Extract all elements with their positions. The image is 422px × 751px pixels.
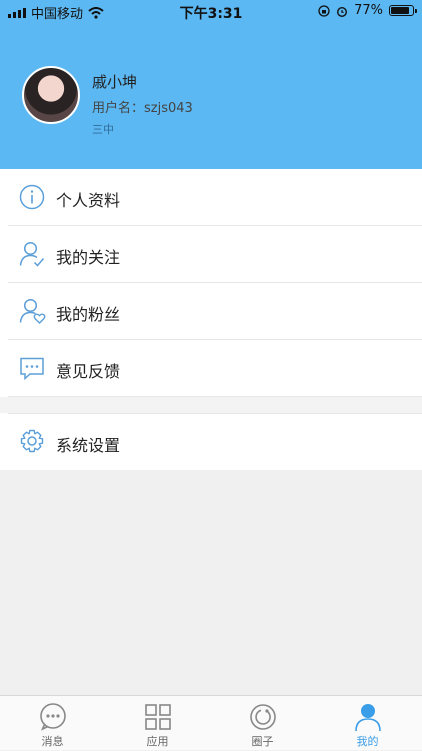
battery-percent: 77% bbox=[354, 3, 383, 18]
menu-item-label: 意见反馈 bbox=[56, 362, 121, 381]
menu-item-label: 我的关注 bbox=[56, 248, 121, 267]
tab-circle[interactable]: 圈子 bbox=[210, 696, 315, 751]
menu-item-label: 个人资料 bbox=[56, 191, 121, 210]
status-bar: 中国移动 下午3:31 77% bbox=[0, 0, 422, 24]
menu-item-label: 系统设置 bbox=[56, 436, 121, 455]
menu-item-following[interactable]: 我的关注 bbox=[0, 226, 422, 282]
info-icon bbox=[19, 184, 45, 210]
grid-icon bbox=[145, 704, 171, 730]
tab-messages[interactable]: 消息 bbox=[0, 696, 105, 751]
menu-item-label: 我的粉丝 bbox=[56, 305, 121, 324]
menu-item-fans[interactable]: 我的粉丝 bbox=[0, 283, 422, 339]
username: 用户名：szjs043 bbox=[92, 101, 193, 116]
tab-label: 应用 bbox=[146, 735, 169, 748]
orientation-lock-icon bbox=[318, 4, 330, 17]
menu-item-profile[interactable]: 个人资料 bbox=[0, 169, 422, 225]
tab-label: 我的 bbox=[356, 735, 379, 748]
profile-menu: 个人资料 我的关注 我的粉丝 意见反馈 系统设置 bbox=[0, 169, 422, 470]
circle-icon bbox=[250, 704, 276, 730]
section-gap bbox=[0, 397, 422, 413]
gear-icon bbox=[20, 429, 44, 453]
tab-label: 消息 bbox=[41, 735, 64, 748]
nickname: 戚小坤 bbox=[92, 73, 138, 91]
profile-header: 中国移动 下午3:31 77% 戚小坤 用户名：szjs043 三中 bbox=[0, 0, 422, 169]
avatar[interactable] bbox=[22, 66, 80, 124]
menu-item-feedback[interactable]: 意见反馈 bbox=[0, 340, 422, 396]
chat-icon bbox=[20, 357, 44, 381]
menu-item-settings[interactable]: 系统设置 bbox=[0, 414, 422, 470]
battery-icon bbox=[389, 5, 417, 16]
tab-label: 圈子 bbox=[251, 735, 274, 748]
tab-bar: 消息 应用 圈子 我的 bbox=[0, 695, 422, 750]
tab-mine[interactable]: 我的 bbox=[315, 696, 420, 751]
user-check-icon bbox=[19, 241, 45, 267]
school-label: 三中 bbox=[92, 123, 114, 136]
user-heart-icon bbox=[19, 298, 46, 324]
tab-apps[interactable]: 应用 bbox=[105, 696, 210, 751]
message-icon bbox=[40, 703, 66, 731]
alarm-icon bbox=[337, 6, 348, 17]
user-profile[interactable]: 戚小坤 用户名：szjs043 三中 bbox=[22, 66, 193, 137]
person-icon bbox=[355, 704, 381, 732]
